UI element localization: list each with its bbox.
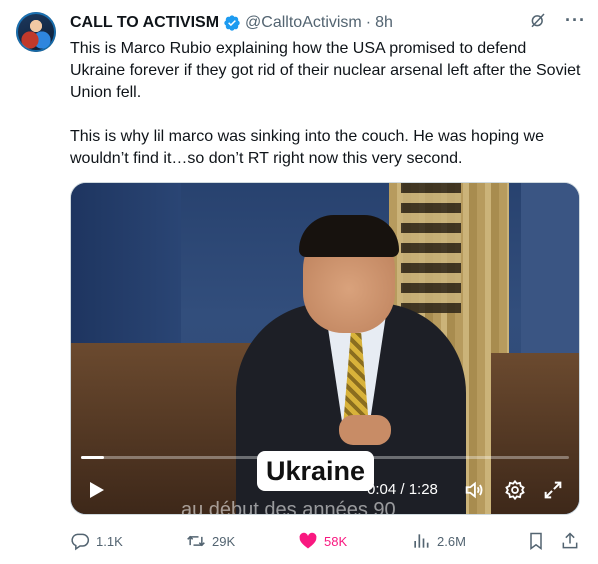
video-controls: 0:04 / 1:28 bbox=[71, 477, 579, 503]
reply-button[interactable]: 1.1K bbox=[70, 530, 123, 552]
verified-badge-icon bbox=[224, 15, 240, 31]
author-avatar[interactable] bbox=[16, 12, 56, 52]
retweet-icon bbox=[187, 535, 205, 547]
author-handle[interactable]: @CalltoActivism bbox=[245, 14, 362, 32]
like-button[interactable]: 58K bbox=[298, 530, 347, 552]
like-count: 58K bbox=[324, 533, 348, 549]
tweet-actions: 1.1K 29K 58K 2.6M bbox=[70, 530, 585, 552]
tweet-time[interactable]: 8h bbox=[375, 14, 393, 32]
video-progress-fill bbox=[81, 456, 104, 459]
header-icons: ··· bbox=[529, 11, 586, 29]
more-icon[interactable]: ··· bbox=[565, 11, 586, 29]
video-player[interactable]: Ukraine au début des années 90 0:04 / 1:… bbox=[70, 182, 580, 515]
retweet-count: 29K bbox=[212, 533, 236, 549]
header-separator: · bbox=[365, 14, 372, 31]
retweet-button[interactable]: 29K bbox=[186, 530, 235, 552]
tweet-text: This is Marco Rubio explaining how the U… bbox=[70, 40, 581, 167]
grok-icon[interactable] bbox=[529, 11, 547, 29]
volume-icon[interactable] bbox=[463, 479, 485, 501]
reply-count: 1.1K bbox=[96, 533, 123, 549]
like-icon bbox=[299, 532, 317, 549]
views-count: 2.6M bbox=[437, 533, 466, 549]
bookmark-icon bbox=[530, 532, 542, 550]
expand-icon[interactable] bbox=[542, 479, 564, 501]
video-column-pattern bbox=[401, 183, 461, 313]
views-icon bbox=[414, 534, 429, 548]
settings-icon[interactable] bbox=[504, 479, 526, 501]
bookmark-button[interactable] bbox=[526, 530, 546, 552]
views-button[interactable]: 2.6M bbox=[411, 530, 466, 552]
video-speaker-hand bbox=[339, 415, 391, 445]
video-time-readout: 0:04 / 1:28 bbox=[367, 481, 438, 498]
share-button[interactable] bbox=[560, 530, 580, 552]
tweet-header: CALL TO ACTIVISM @CalltoActivism · 8h bbox=[70, 12, 586, 34]
reply-icon bbox=[71, 533, 90, 551]
share-icon bbox=[562, 532, 578, 549]
video-progress-bar[interactable] bbox=[81, 456, 569, 459]
author-name[interactable]: CALL TO ACTIVISM bbox=[70, 14, 219, 32]
video-speaker-hair bbox=[299, 215, 399, 257]
play-icon[interactable] bbox=[89, 481, 105, 499]
